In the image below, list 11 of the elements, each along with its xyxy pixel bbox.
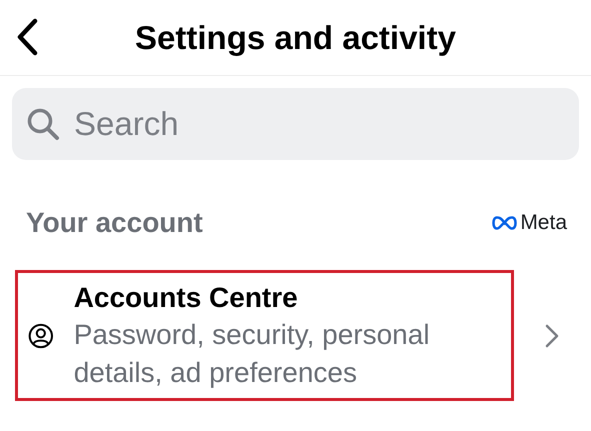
back-icon[interactable] [16,18,38,56]
search-field[interactable]: Search [12,88,579,160]
infinity-logo-icon [492,216,518,230]
section-title: Your account [26,207,203,239]
item-subtitle: Password, security, personal details, ad preferences [74,318,431,390]
page-title: Settings and activity [135,18,456,56]
list-item[interactable]: Accounts Centre Password, security, personal details, ad preferences [15,270,514,401]
brand-name: Meta [520,211,567,235]
chevron-right-icon [545,324,559,348]
item-title: Accounts Centre [74,280,299,314]
search-icon [26,107,60,141]
